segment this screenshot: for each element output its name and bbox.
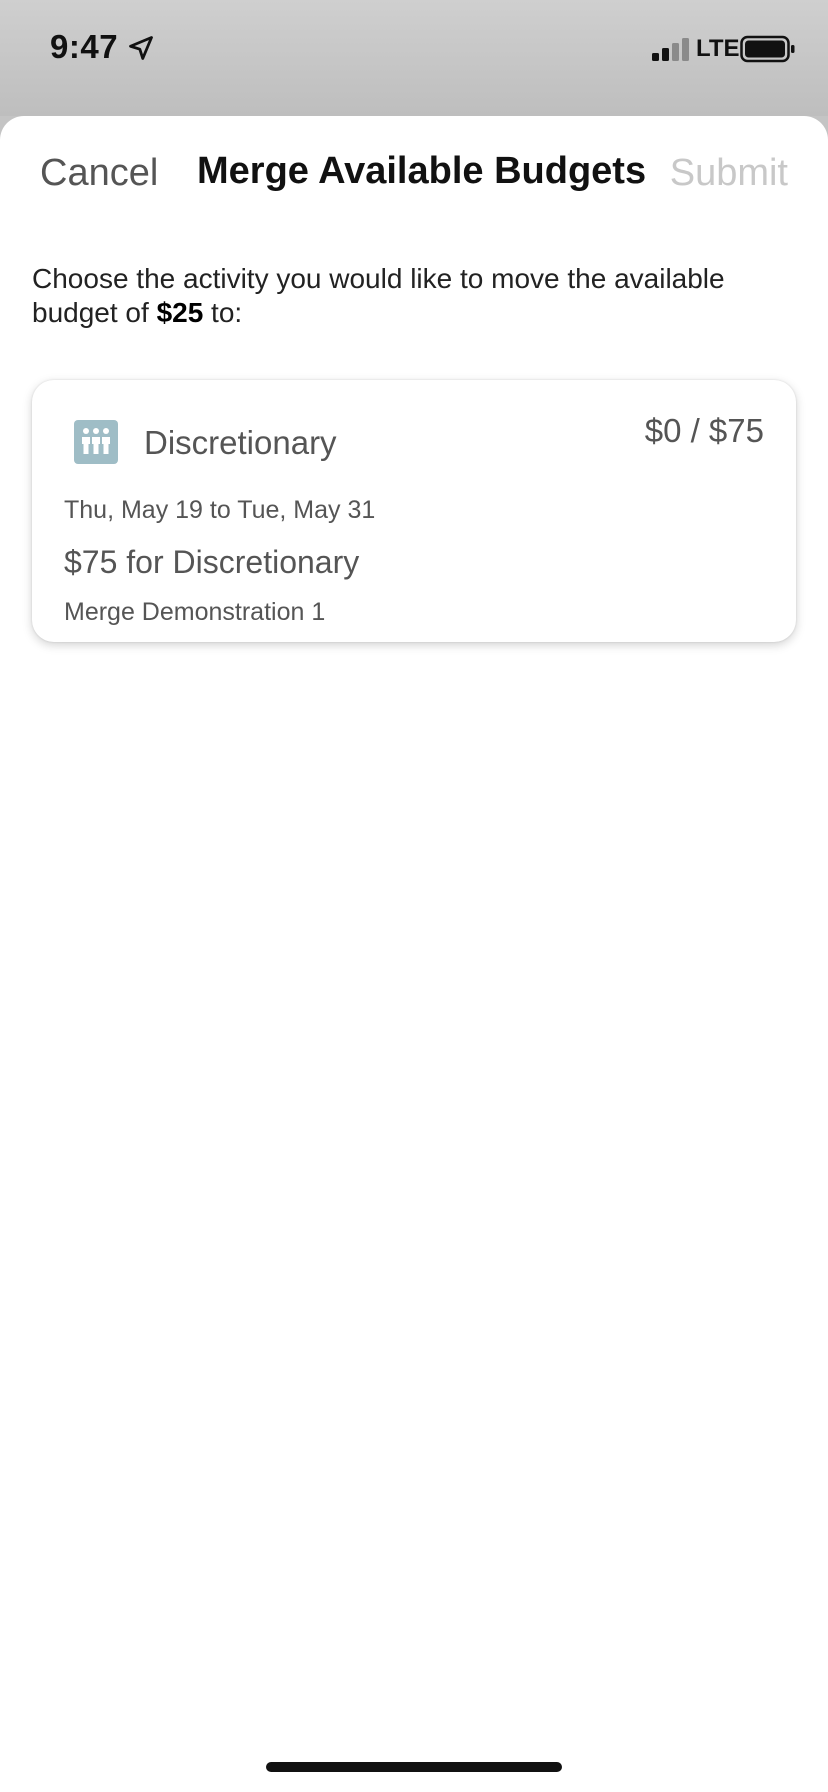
activity-dates: Thu, May 19 to Tue, May 31 <box>64 496 376 524</box>
activity-plan-name: Merge Demonstration 1 <box>64 598 326 626</box>
instruction-suffix: to: <box>203 297 243 328</box>
submit-button[interactable]: Submit <box>670 152 788 195</box>
instruction-text: Choose the activity you would like to mo… <box>32 262 792 330</box>
battery-icon <box>740 35 795 63</box>
activity-budget-amount: $0 / $75 <box>644 412 764 449</box>
activity-card[interactable]: Discretionary $0 / $75 Thu, May 19 to Tu… <box>32 380 796 642</box>
instruction-prefix: Choose the activity you would like to mo… <box>32 263 725 328</box>
available-budget-amount: $25 <box>156 297 204 328</box>
activity-description: $75 for Discretionary <box>64 544 360 580</box>
signal-icon <box>652 38 689 61</box>
location-arrow-icon <box>129 36 153 60</box>
network-type: LTE <box>696 35 740 62</box>
status-bar: 9:47 LTE <box>0 0 828 116</box>
merge-sheet: Cancel Merge Available Budgets Submit Ch… <box>0 116 828 1792</box>
activity-name: Discretionary <box>144 424 337 461</box>
people-group-icon <box>74 420 118 464</box>
home-indicator <box>266 1762 562 1772</box>
cancel-button[interactable]: Cancel <box>40 152 158 195</box>
page-title: Merge Available Budgets <box>197 150 647 192</box>
status-time: 9:47 <box>50 28 119 65</box>
